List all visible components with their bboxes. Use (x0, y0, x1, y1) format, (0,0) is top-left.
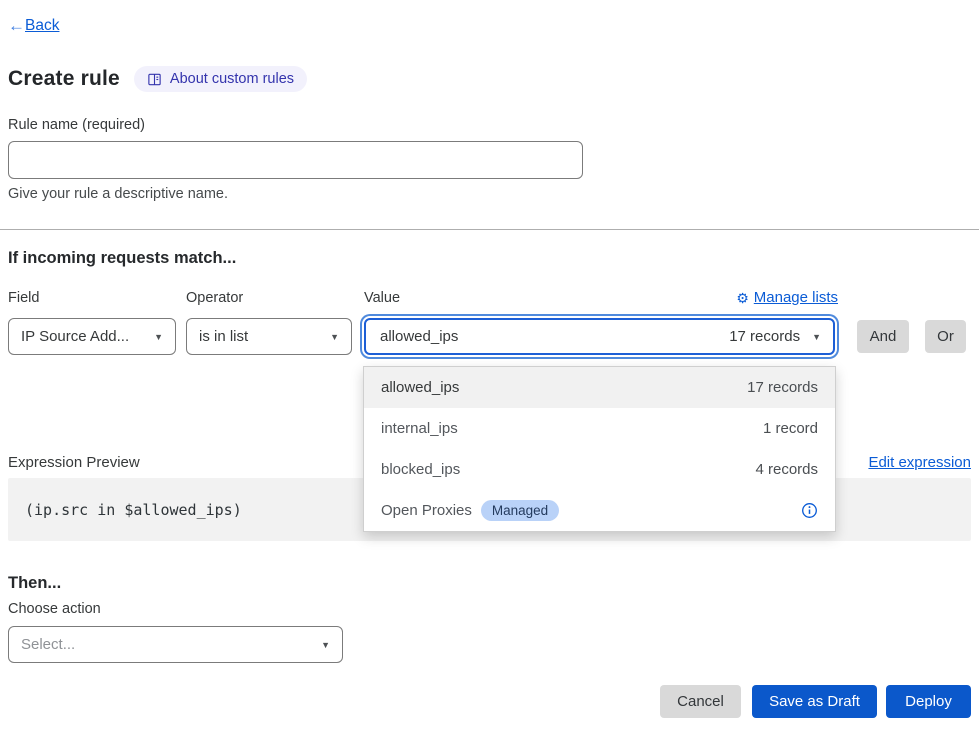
rule-name-label: Rule name (required) (8, 117, 145, 133)
rule-name-input[interactable] (8, 141, 583, 179)
list-item-internal-ips[interactable]: internal_ips 1 record (364, 408, 835, 449)
operator-select-value: is in list (199, 328, 248, 345)
list-item-name: allowed_ips (381, 379, 459, 396)
rule-name-helper: Give your rule a descriptive name. (8, 186, 228, 202)
list-item-name: Open Proxies (381, 502, 472, 519)
value-select[interactable]: allowed_ips 17 records ▼ (364, 318, 835, 355)
info-icon[interactable] (801, 502, 818, 519)
expression-code: (ip.src in $allowed_ips) (25, 501, 242, 519)
action-select[interactable]: Select... ▼ (8, 626, 343, 663)
cancel-button[interactable]: Cancel (660, 685, 741, 718)
list-dropdown-panel: allowed_ips 17 records internal_ips 1 re… (363, 366, 836, 532)
then-section-title: Then... (8, 574, 61, 593)
gear-icon: ⚙ (736, 291, 749, 305)
about-pill-label: About custom rules (170, 71, 294, 87)
arrow-left-icon: ← (8, 16, 25, 36)
list-item-record-count: 4 records (755, 461, 818, 478)
deploy-button[interactable]: Deploy (886, 685, 971, 718)
choose-action-label: Choose action (8, 601, 101, 617)
book-icon (147, 72, 162, 87)
list-item-record-count: 17 records (747, 379, 818, 396)
or-button[interactable]: Or (925, 320, 966, 353)
section-divider (0, 229, 979, 230)
manage-lists-link[interactable]: ⚙ Manage lists (736, 289, 838, 306)
list-item-record-count: 1 record (763, 420, 818, 437)
operator-label: Operator (186, 290, 243, 306)
match-section-title: If incoming requests match... (8, 249, 236, 268)
save-as-draft-button[interactable]: Save as Draft (752, 685, 877, 718)
value-label: Value (364, 290, 400, 306)
expression-preview-label: Expression Preview (8, 454, 140, 471)
managed-badge: Managed (481, 500, 559, 521)
field-select[interactable]: IP Source Add... ▼ (8, 318, 176, 355)
page-title: Create rule (8, 67, 120, 91)
title-row: Create rule About custom rules (8, 66, 307, 92)
chevron-down-icon: ▼ (154, 332, 163, 342)
manage-lists-label: Manage lists (754, 289, 838, 306)
value-select-value: allowed_ips (380, 328, 458, 345)
list-item-allowed-ips[interactable]: allowed_ips 17 records (364, 367, 835, 408)
chevron-down-icon: ▼ (321, 640, 330, 650)
list-item-open-proxies[interactable]: Open Proxies Managed (364, 490, 835, 531)
field-select-value: IP Source Add... (21, 328, 129, 345)
field-label: Field (8, 290, 39, 306)
chevron-down-icon: ▼ (812, 332, 821, 342)
back-link[interactable]: ←Back (8, 16, 59, 36)
list-item-blocked-ips[interactable]: blocked_ips 4 records (364, 449, 835, 490)
create-rule-page: ←Back Create rule About custom rules Rul… (0, 0, 979, 739)
list-item-name: internal_ips (381, 420, 458, 437)
edit-expression-link[interactable]: Edit expression (868, 454, 971, 471)
back-link-label: Back (25, 17, 59, 35)
chevron-down-icon: ▼ (330, 332, 339, 342)
operator-select[interactable]: is in list ▼ (186, 318, 352, 355)
about-custom-rules-link[interactable]: About custom rules (134, 66, 307, 92)
and-button[interactable]: And (857, 320, 909, 353)
list-item-name: blocked_ips (381, 461, 460, 478)
action-select-placeholder: Select... (21, 636, 75, 653)
value-select-record-count: 17 records (729, 328, 800, 345)
